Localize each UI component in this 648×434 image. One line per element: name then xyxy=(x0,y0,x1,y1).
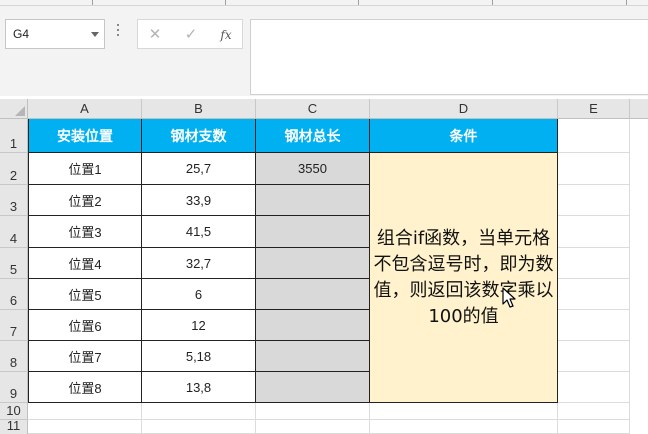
position-cell[interactable]: 位置7 xyxy=(28,341,142,372)
row-header-6[interactable]: 6 xyxy=(0,279,28,310)
cell[interactable] xyxy=(558,185,630,216)
total-cell[interactable] xyxy=(256,310,370,341)
cell[interactable] xyxy=(558,153,630,185)
drag-handle-icon[interactable] xyxy=(116,24,120,38)
row-header-9[interactable]: 9 xyxy=(0,372,28,403)
position-cell[interactable]: 位置6 xyxy=(28,310,142,341)
position-cell[interactable]: 位置8 xyxy=(28,372,142,403)
enter-icon[interactable]: ✓ xyxy=(180,25,202,45)
header-cell-position[interactable]: 安装位置 xyxy=(28,119,142,153)
row-header-8[interactable]: 8 xyxy=(0,341,28,372)
column-header-d[interactable]: D xyxy=(370,99,558,119)
cell[interactable] xyxy=(558,341,630,372)
count-cell[interactable]: 6 xyxy=(142,279,256,310)
total-cell[interactable] xyxy=(256,341,370,372)
row-header-4[interactable]: 4 xyxy=(0,216,28,248)
select-all-button[interactable] xyxy=(0,99,28,119)
name-box[interactable]: G4 xyxy=(5,19,105,49)
row-header-3[interactable]: 3 xyxy=(0,185,28,216)
count-cell[interactable]: 5,18 xyxy=(142,341,256,372)
position-cell[interactable]: 位置4 xyxy=(28,248,142,279)
cell[interactable] xyxy=(142,403,256,420)
condition-text: 组合if函数，当单元格不包含逗号时，即为数值，则返回该数字乘以100的值 xyxy=(373,227,554,327)
condition-cell[interactable]: 组合if函数，当单元格不包含逗号时，即为数值，则返回该数字乘以100的值 xyxy=(369,153,558,403)
cell[interactable] xyxy=(558,420,630,434)
position-cell[interactable]: 位置1 xyxy=(28,153,142,185)
cell[interactable] xyxy=(558,216,630,248)
formula-buttons: ✕ ✓ fx xyxy=(137,19,243,49)
count-cell[interactable]: 25,7 xyxy=(142,153,256,185)
column-header-e[interactable]: E xyxy=(558,99,630,119)
column-header-a[interactable]: A xyxy=(28,99,142,119)
row-header-11[interactable]: 11 xyxy=(0,418,28,434)
cell[interactable] xyxy=(256,403,370,420)
position-cell[interactable]: 位置5 xyxy=(28,279,142,310)
total-cell[interactable] xyxy=(256,248,370,279)
insert-function-icon[interactable]: fx xyxy=(215,25,237,45)
total-cell[interactable]: 3550 xyxy=(256,153,370,185)
row-header-7[interactable]: 7 xyxy=(0,310,28,341)
formula-area: G4 ✕ ✓ fx xyxy=(0,6,648,96)
cell[interactable] xyxy=(558,279,630,310)
cell[interactable] xyxy=(370,420,558,434)
count-cell[interactable]: 32,7 xyxy=(142,248,256,279)
mouse-pointer-icon xyxy=(502,287,516,308)
count-cell[interactable]: 41,5 xyxy=(142,216,256,248)
row-header-1[interactable]: 1 xyxy=(0,119,28,153)
cell[interactable] xyxy=(142,420,256,434)
total-cell[interactable] xyxy=(256,185,370,216)
cell[interactable] xyxy=(558,248,630,279)
cancel-icon[interactable]: ✕ xyxy=(144,25,166,45)
position-cell[interactable]: 位置2 xyxy=(28,185,142,216)
row-header-5[interactable]: 5 xyxy=(0,248,28,279)
header-cell-count[interactable]: 钢材支数 xyxy=(142,119,256,153)
cell[interactable] xyxy=(28,403,142,420)
count-cell[interactable]: 12 xyxy=(142,310,256,341)
cell[interactable] xyxy=(558,403,630,420)
formula-input[interactable] xyxy=(250,19,648,95)
cell[interactable] xyxy=(558,372,630,403)
column-header-b[interactable]: B xyxy=(142,99,256,119)
total-cell[interactable] xyxy=(256,372,370,403)
count-cell[interactable]: 33,9 xyxy=(142,185,256,216)
row-header-2[interactable]: 2 xyxy=(0,153,28,185)
chevron-down-icon[interactable] xyxy=(91,32,99,37)
total-cell[interactable] xyxy=(256,279,370,310)
column-header-f[interactable] xyxy=(630,99,648,119)
cell[interactable] xyxy=(256,420,370,434)
header-cell-condition[interactable]: 条件 xyxy=(369,119,558,153)
header-cell-total[interactable]: 钢材总长 xyxy=(256,119,370,153)
column-header-c[interactable]: C xyxy=(256,99,370,119)
cell[interactable] xyxy=(558,310,630,341)
total-cell[interactable] xyxy=(256,216,370,248)
cell[interactable] xyxy=(558,119,630,153)
cell[interactable] xyxy=(370,403,558,420)
position-cell[interactable]: 位置3 xyxy=(28,216,142,248)
name-box-value: G4 xyxy=(13,27,30,41)
count-cell[interactable]: 13,8 xyxy=(142,372,256,403)
cell[interactable] xyxy=(28,420,142,434)
